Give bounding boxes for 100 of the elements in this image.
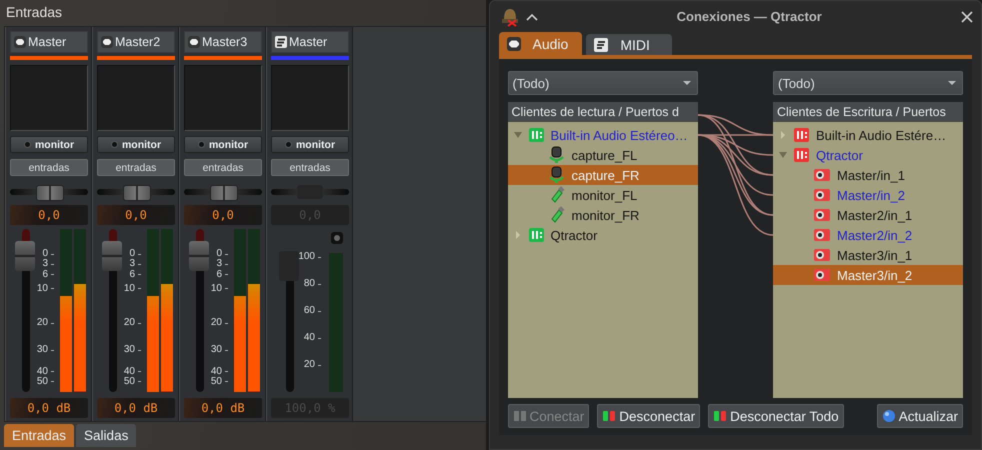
caret-icon[interactable]	[526, 12, 538, 20]
client-item[interactable]: Qtractor	[773, 145, 963, 165]
scale-label: 40	[304, 333, 315, 344]
app-icon	[500, 6, 520, 26]
port-icon	[813, 206, 831, 224]
scale-label: 50	[124, 376, 135, 387]
led-icon	[331, 232, 343, 244]
port-item[interactable]: monitor_FR	[508, 205, 698, 225]
scale-label: 30	[124, 345, 135, 356]
client-item[interactable]: Qtractor	[508, 225, 698, 245]
monitor-button[interactable]: monitor	[184, 136, 262, 153]
expand-arrow-icon[interactable]	[514, 131, 522, 139]
scale-label: 0	[42, 249, 48, 260]
port-item[interactable]: Master3/in_1	[773, 245, 963, 265]
plug-icon	[713, 409, 728, 423]
client-item[interactable]: Built-in Audio Estéreo…	[508, 125, 698, 145]
scale-label: 20	[124, 318, 135, 328]
scale-label: 50	[36, 376, 48, 387]
scale-label: 20	[304, 360, 315, 370]
scale-label: 50	[210, 376, 222, 387]
scale-label: 30	[36, 345, 48, 356]
filter-dropdown[interactable]: (Todo)	[508, 71, 698, 95]
strip-name-button[interactable]: Master2	[97, 31, 175, 53]
port-item[interactable]: Master2/in_2	[773, 225, 963, 245]
scale-label: 100	[298, 252, 315, 262]
column-header[interactable]: Clientes de Escritura / Puertos	[773, 102, 963, 122]
scale-label: 3	[42, 259, 48, 270]
port-icon	[813, 266, 831, 284]
port-item[interactable]: Master/in_2	[773, 185, 963, 205]
port-item[interactable]: monitor_FL	[508, 185, 698, 205]
port-icon	[813, 166, 831, 184]
port-item[interactable]: capture_FL	[508, 145, 698, 165]
scale-label: 6	[216, 270, 222, 280]
scale-label: 20	[36, 318, 48, 328]
refresh-button[interactable]: Actualizar	[876, 404, 963, 428]
scale-label: 40	[210, 366, 222, 377]
scale-label: 10	[210, 284, 222, 294]
scale-label: 10	[36, 284, 48, 294]
scale-label: 30	[210, 345, 222, 356]
port-item[interactable]: Master/in_1	[773, 165, 963, 185]
client-icon	[528, 127, 544, 143]
plug-icon	[512, 409, 526, 423]
scale-label: 20	[210, 318, 222, 328]
microphone-icon	[548, 166, 566, 184]
audio-icon	[187, 35, 201, 49]
gain-display: 0,0	[97, 205, 175, 225]
strip-name-button[interactable]: Master	[10, 31, 88, 53]
gain-display: 0,0	[10, 205, 88, 225]
filter-dropdown[interactable]: (Todo)	[773, 71, 963, 95]
strip-name-button[interactable]: Master3	[184, 31, 262, 53]
led-icon	[24, 141, 31, 148]
panel-title: Entradas	[5, 3, 64, 22]
column-header[interactable]: Clientes de lectura / Puertos d	[508, 102, 698, 122]
expand-arrow-icon[interactable]	[779, 151, 787, 159]
client-item[interactable]: Built-in Audio Estére…	[773, 125, 963, 145]
pan-slider[interactable]	[10, 185, 88, 199]
dropdown-arrow-icon	[682, 80, 690, 86]
tab[interactable]: MIDI	[586, 34, 672, 55]
inputs-button[interactable]: entradas	[97, 159, 175, 176]
level-display: 0,0 dB	[10, 398, 88, 418]
client-icon	[793, 127, 810, 143]
port-item[interactable]: Master3/in_2	[773, 265, 963, 285]
disconnect-all-button[interactable]: Desconectar Todo	[708, 404, 844, 428]
port-item[interactable]: capture_FR	[508, 165, 698, 185]
pan-slider[interactable]	[97, 185, 175, 199]
disconnect-button[interactable]: Desconectar	[597, 404, 700, 428]
tab[interactable]: Salidas	[76, 424, 136, 447]
tab[interactable]: Audio	[498, 32, 582, 55]
inputs-button[interactable]: entradas	[184, 159, 262, 176]
inputs-button[interactable]: entradas	[10, 159, 88, 176]
tab[interactable]: Entradas	[4, 424, 74, 447]
scale-label: 80	[304, 279, 315, 290]
scale-label: 0	[129, 249, 135, 260]
audio-icon	[100, 35, 114, 49]
audio-icon	[13, 35, 27, 49]
midi-icon	[274, 35, 288, 49]
scale-label: 60	[304, 306, 315, 316]
led-icon	[198, 141, 205, 148]
level-display: 0,0 dB	[184, 398, 262, 418]
midi-icon	[594, 38, 608, 52]
level-display: 0,0 dB	[97, 398, 175, 418]
scale-label: 40	[36, 366, 48, 377]
window-title: Conexiones — Qtractor	[676, 9, 823, 24]
port-icon	[813, 186, 831, 204]
monitor-button[interactable]: monitor	[97, 136, 175, 153]
client-icon	[528, 227, 544, 243]
pan-slider[interactable]	[271, 185, 349, 199]
close-icon[interactable]	[961, 10, 973, 22]
port-item[interactable]: Master2/in_1	[773, 205, 963, 225]
scale-label: 6	[42, 270, 48, 280]
client-icon	[793, 147, 810, 163]
audio-icon	[506, 36, 520, 50]
port-icon	[813, 246, 831, 264]
scale-label: 0	[216, 249, 222, 260]
monitor-button[interactable]: monitor	[10, 136, 88, 153]
led-icon	[284, 141, 292, 148]
scale-label: 6	[129, 270, 135, 280]
pan-slider[interactable]	[184, 185, 262, 199]
microphone-icon	[548, 146, 566, 164]
dropdown-arrow-icon	[948, 80, 956, 86]
